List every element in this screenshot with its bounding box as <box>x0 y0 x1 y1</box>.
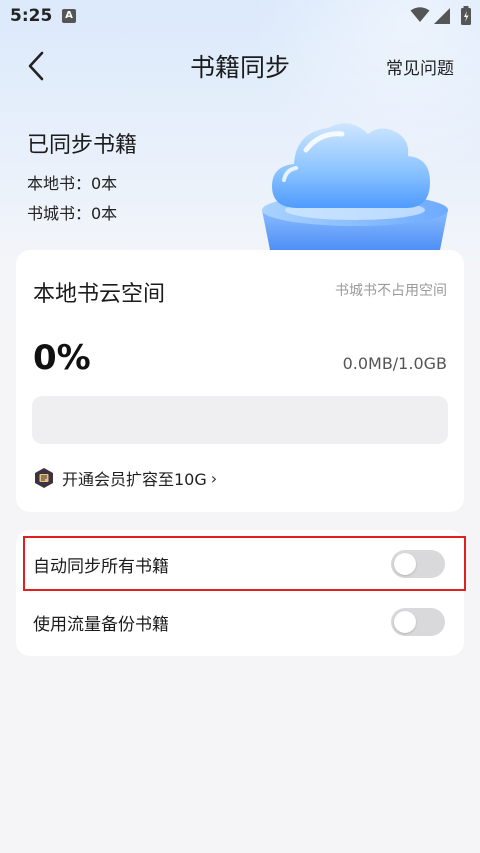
cloud-space-title: 本地书云空间 <box>33 282 166 307</box>
sync-settings-card: 自动同步所有书籍 使用流量备份书籍 <box>16 530 464 656</box>
cloud-illustration <box>262 123 448 250</box>
status-bar: 5:25 A <box>0 0 480 34</box>
auto-sync-row: 自动同步所有书籍 <box>16 536 464 592</box>
data-backup-label: 使用流量备份书籍 <box>33 615 169 635</box>
chevron-right-icon: › <box>210 468 218 488</box>
chevron-left-icon <box>28 51 44 81</box>
vip-badge-icon <box>35 468 53 488</box>
usage-percent: 0% <box>33 338 91 378</box>
auto-sync-label: 自动同步所有书籍 <box>33 557 169 577</box>
notification-icon: A <box>62 9 76 23</box>
data-backup-toggle[interactable] <box>391 608 445 636</box>
upgrade-label: 开通会员扩容至10G <box>62 470 207 489</box>
usage-amount: 0.0MB/1.0GB <box>342 354 447 373</box>
faq-link[interactable]: 常见问题 <box>386 54 454 79</box>
auto-sync-toggle[interactable] <box>391 550 445 578</box>
cloud-space-note: 书城书不占用空间 <box>335 283 447 299</box>
store-books-count: 书城书：0本 <box>27 204 118 223</box>
battery-icon <box>461 6 471 25</box>
toggle-knob <box>394 553 416 575</box>
synced-books-title: 已同步书籍 <box>27 133 138 158</box>
local-books-count: 本地书：0本 <box>27 174 118 193</box>
storage-progress-bar <box>32 396 448 444</box>
back-button[interactable] <box>22 50 52 82</box>
upgrade-membership-link[interactable]: 开通会员扩容至10G › <box>33 465 217 491</box>
wifi-icon <box>410 7 430 22</box>
cloud-space-card: 本地书云空间 书城书不占用空间 0% 0.0MB/1.0GB 开通会员扩容至10… <box>16 250 464 512</box>
data-backup-row: 使用流量备份书籍 <box>16 594 464 650</box>
toggle-knob <box>394 611 416 633</box>
status-time: 5:25 <box>10 6 53 26</box>
signal-icon <box>434 8 450 24</box>
